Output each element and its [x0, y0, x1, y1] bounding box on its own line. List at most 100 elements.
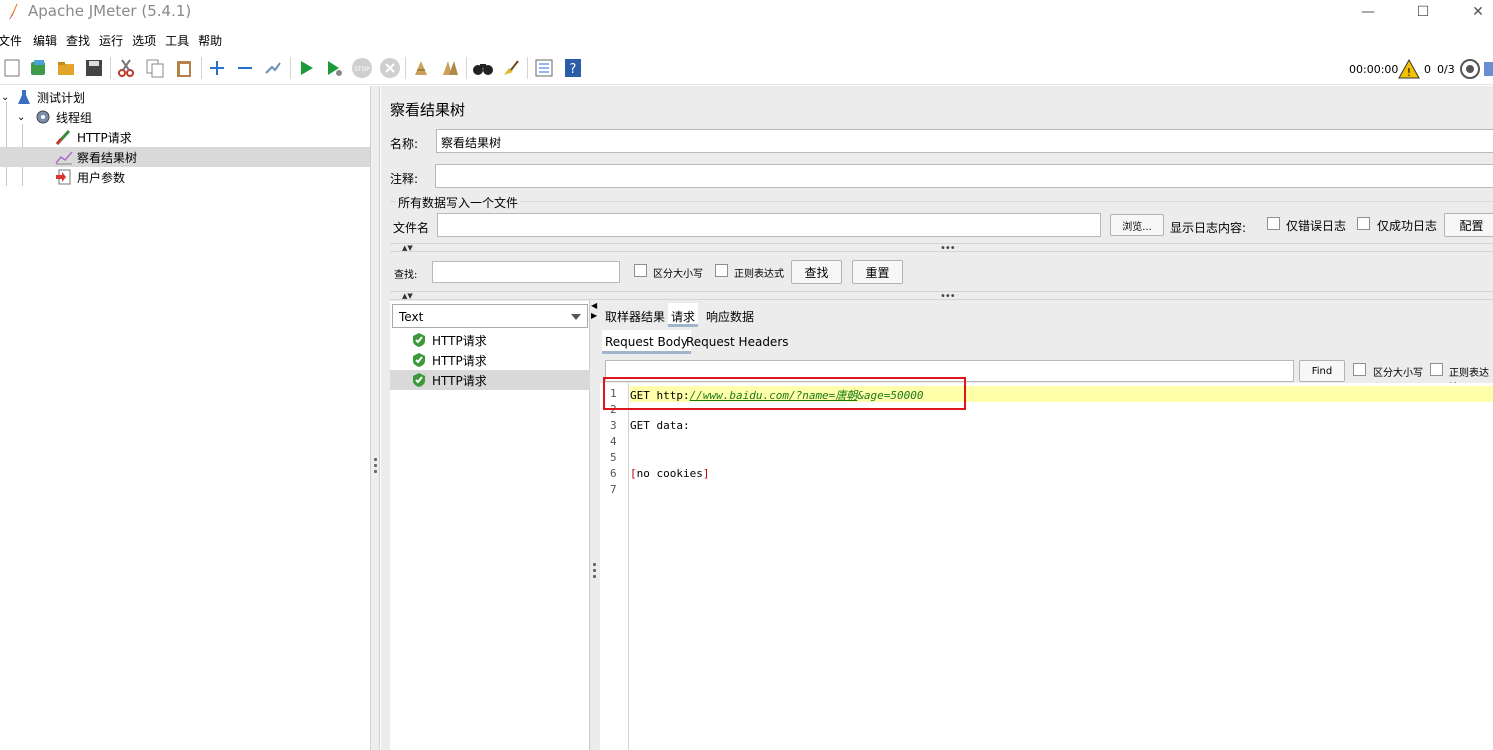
save-icon[interactable]	[82, 56, 106, 80]
regex-checkbox[interactable]	[715, 264, 728, 277]
errors-only-checkbox[interactable]	[1267, 217, 1280, 230]
menu-edit[interactable]: 编辑	[27, 29, 62, 51]
test-plan-tree: ⌄ 测试计划 ⌄ 线程组 HTTP请求 察看结果树 用户参数	[0, 86, 370, 750]
menu-help[interactable]: 帮助	[194, 29, 227, 51]
tree-item-thread-group[interactable]: ⌄ 线程组	[0, 107, 370, 127]
list-item[interactable]: HTTP请求	[390, 370, 590, 390]
menu-file[interactable]: 文件	[0, 29, 27, 51]
svg-text:!: !	[1407, 66, 1411, 79]
menu-search[interactable]: 查找	[62, 29, 95, 51]
pipette-icon	[55, 129, 73, 148]
reset-button[interactable]: 重置	[852, 260, 903, 284]
menu-tools[interactable]: 工具	[161, 29, 194, 51]
tab-request[interactable]: 请求	[668, 303, 699, 327]
browse-button[interactable]: 浏览...	[1110, 214, 1164, 236]
minimize-icon[interactable]: —	[1350, 0, 1386, 24]
filename-field[interactable]	[437, 213, 1101, 237]
success-shield-icon	[412, 353, 426, 370]
results-divider[interactable]: ▲▼ •••	[390, 291, 1493, 302]
case-sensitive-checkbox[interactable]	[634, 264, 647, 277]
tab-sampler-result[interactable]: 取样器结果	[602, 303, 668, 327]
comment-label: 注释:	[390, 172, 419, 186]
results-splitter[interactable]: ◀ ▶	[590, 301, 600, 750]
body-case-sensitive-checkbox[interactable]	[1353, 363, 1366, 376]
close-icon[interactable]: ✕	[1460, 0, 1493, 24]
tab-request-body[interactable]: Request Body	[602, 330, 691, 354]
warning-count: 0	[1424, 62, 1431, 76]
results-list: Text HTTP请求 HTTP请求 HTTP请求	[390, 301, 590, 750]
help-icon[interactable]: ?	[561, 56, 585, 80]
maximize-icon[interactable]: ☐	[1405, 0, 1441, 24]
svg-text:STOP: STOP	[354, 66, 370, 73]
paste-icon[interactable]	[172, 56, 196, 80]
flask-icon	[17, 89, 31, 108]
line-gutter: 1 2 3 4 5 6 7	[600, 383, 629, 750]
tree-item-view-results-tree[interactable]: 察看结果树	[0, 147, 370, 167]
renderer-select[interactable]: Text	[392, 304, 588, 328]
open-icon[interactable]	[54, 56, 78, 80]
clear-icon[interactable]	[409, 56, 433, 80]
search-label: 查找:	[394, 270, 418, 281]
search-icon[interactable]	[471, 56, 495, 80]
file-group-title: 所有数据写入一个文件	[396, 194, 521, 211]
request-body-editor[interactable]: 1 2 3 4 5 6 7 GET http://www.baidu.com/?…	[600, 377, 1493, 750]
title-bar: Apache JMeter (5.4.1) — ☐ ✕	[0, 0, 1493, 28]
log-display-label: 显示日志内容:	[1170, 221, 1247, 235]
new-icon[interactable]	[0, 56, 24, 80]
thread-count: 0/3	[1437, 62, 1455, 76]
tab-request-headers[interactable]: Request Headers	[683, 330, 792, 354]
menu-options[interactable]: 选项	[128, 29, 161, 51]
collapse-arrows-icon[interactable]: ▲▼	[402, 244, 413, 252]
shutdown-icon[interactable]	[378, 56, 402, 80]
collapse-arrows-icon[interactable]: ▲▼	[402, 292, 413, 300]
tree-item-http-request[interactable]: HTTP请求	[0, 127, 370, 147]
function-helper-icon[interactable]	[532, 56, 556, 80]
success-only-label: 仅成功日志	[1377, 219, 1438, 233]
param-icon	[55, 169, 73, 188]
success-only-checkbox[interactable]	[1357, 217, 1370, 230]
tree-item-user-parameters[interactable]: 用户参数	[0, 167, 370, 187]
page-title: 察看结果树	[390, 101, 466, 119]
name-field[interactable]: 察看结果树	[436, 129, 1493, 153]
configure-button[interactable]: 配置	[1444, 213, 1493, 237]
body-case-sensitive-label: 区分大小写	[1373, 368, 1423, 379]
tree-item-test-plan[interactable]: ⌄ 测试计划	[0, 87, 370, 107]
chevron-down-icon[interactable]: ⌄	[1, 92, 9, 103]
success-shield-icon	[412, 333, 426, 350]
expand-icon[interactable]	[205, 56, 229, 80]
collapse-divider[interactable]: ▲▼ •••	[390, 243, 1493, 254]
regex-label: 正则表达式	[734, 269, 784, 280]
main-splitter[interactable]	[370, 86, 380, 750]
find-button[interactable]: 查找	[791, 260, 842, 284]
chevron-down-icon[interactable]: ⌄	[17, 112, 25, 123]
stop-icon[interactable]: STOP	[350, 56, 374, 80]
list-item[interactable]: HTTP请求	[390, 330, 590, 350]
remote-icon[interactable]	[1459, 53, 1481, 85]
warning-icon[interactable]: !	[1398, 53, 1420, 85]
toggle-icon[interactable]	[261, 56, 285, 80]
search-input[interactable]	[432, 261, 620, 283]
start-no-pause-icon[interactable]	[322, 56, 346, 80]
menu-run[interactable]: 运行	[95, 29, 128, 51]
comment-field[interactable]	[435, 164, 1493, 188]
menu-bar: 文件 编辑 查找 运行 选项 工具 帮助	[0, 29, 1493, 51]
start-icon[interactable]	[294, 56, 318, 80]
cut-icon[interactable]	[114, 56, 138, 80]
templates-icon[interactable]	[26, 56, 50, 80]
elapsed-timer: 00:00:00	[1349, 62, 1399, 76]
body-find-button[interactable]: Find	[1299, 360, 1345, 382]
success-shield-icon	[412, 373, 426, 390]
tab-response-data[interactable]: 响应数据	[703, 303, 757, 327]
body-regex-checkbox[interactable]	[1430, 363, 1443, 376]
svg-text:?: ?	[570, 62, 577, 77]
reset-search-icon[interactable]	[499, 56, 523, 80]
copy-icon[interactable]	[143, 56, 167, 80]
clear-all-icon[interactable]	[438, 56, 462, 80]
list-item[interactable]: HTTP请求	[390, 350, 590, 370]
window-title: Apache JMeter (5.4.1)	[28, 2, 192, 20]
collapse-icon[interactable]	[233, 56, 257, 80]
logger-icon[interactable]	[1484, 53, 1493, 85]
errors-only-label: 仅错误日志	[1286, 219, 1347, 233]
view-results-tree-panel: 察看结果树 名称: 察看结果树 注释: 所有数据写入一个文件 文件名 浏览...…	[381, 86, 1493, 750]
chevron-down-icon[interactable]	[571, 314, 581, 320]
